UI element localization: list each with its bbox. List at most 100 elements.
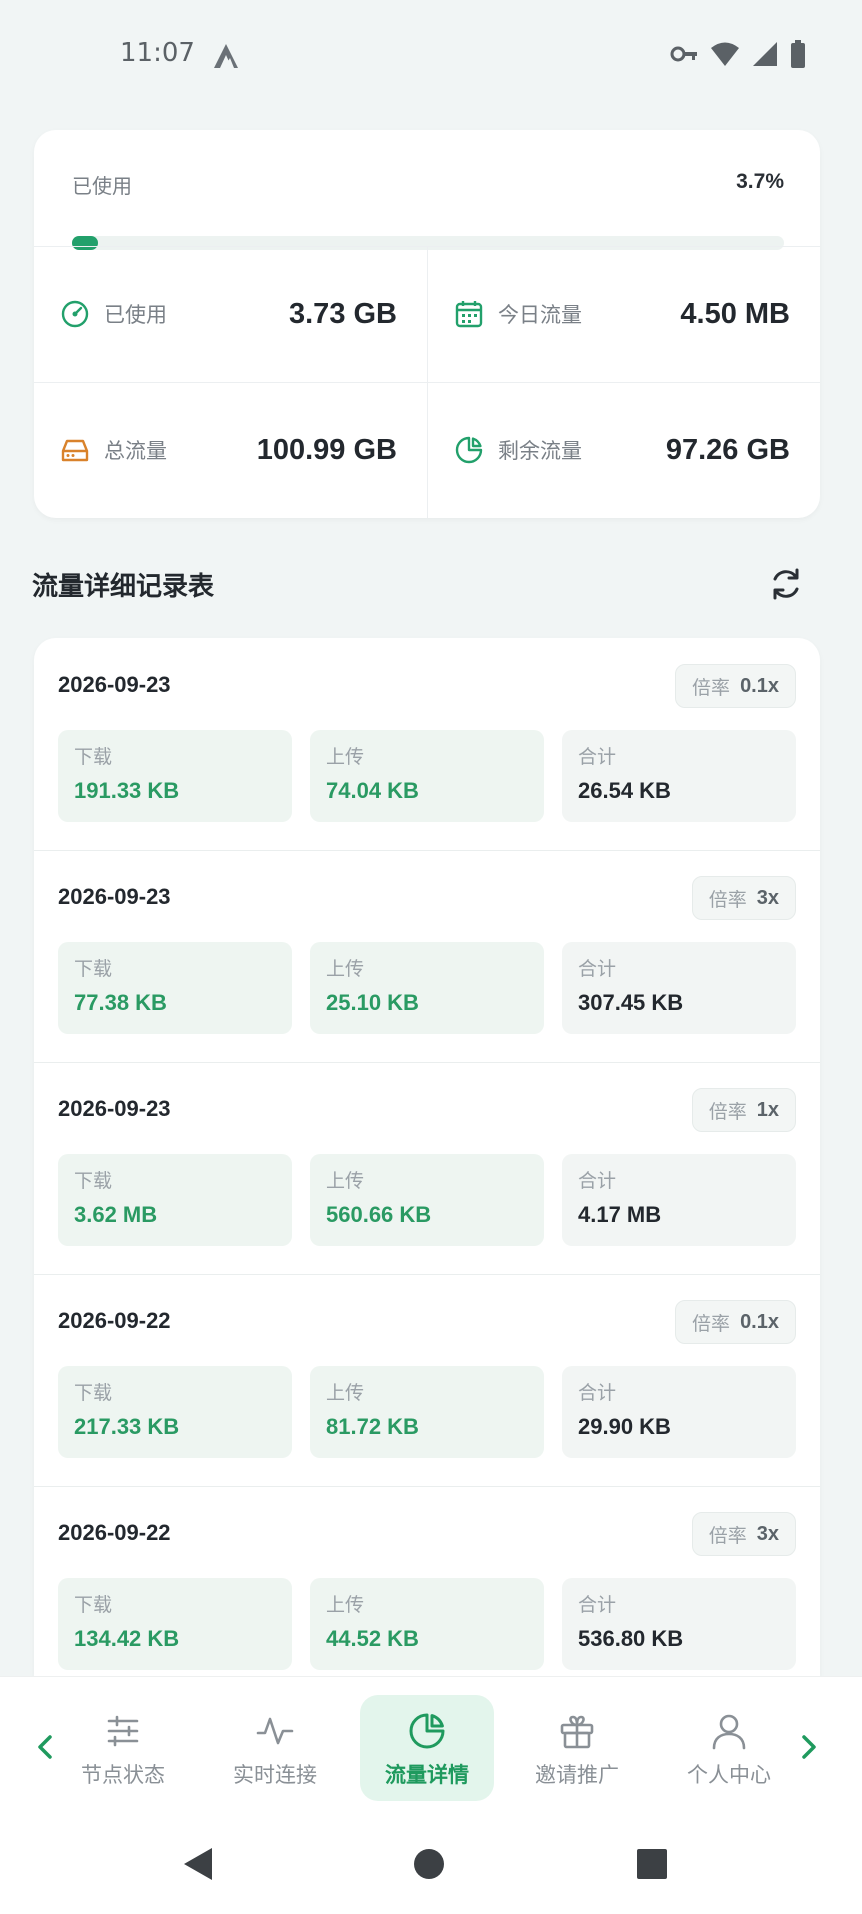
download-cell: 下载 134.42 KB: [58, 1578, 292, 1670]
section-title: 流量详细记录表: [32, 571, 215, 601]
record-date: 2026-09-23: [58, 1096, 171, 1121]
status-time: 11:07: [120, 38, 195, 68]
upload-label: 上传: [326, 959, 365, 980]
total-cell: 合计 307.45 KB: [562, 942, 796, 1034]
total-cell: 合计 29.90 KB: [562, 1366, 796, 1458]
upload-cell: 上传 74.04 KB: [310, 730, 544, 822]
download-cell: 下载 77.38 KB: [58, 942, 292, 1034]
rate-badge: 倍率 3x: [691, 1512, 796, 1556]
upload-cell: 上传 44.52 KB: [310, 1578, 544, 1670]
nav-label: 实时连接: [233, 1764, 317, 1787]
download-label: 下载: [74, 1595, 113, 1616]
hard-drive-icon: [60, 435, 90, 465]
total-cell: 合计 26.54 KB: [562, 730, 796, 822]
record-date: 2026-09-23: [58, 672, 171, 697]
stat-value: 100.99 GB: [256, 433, 397, 466]
total-label: 合计: [578, 1595, 617, 1616]
stat-label: 剩余流量: [498, 440, 582, 463]
stat-label: 已使用: [104, 304, 167, 327]
download-value: 191.33 KB: [74, 778, 180, 803]
rate-value: 1x: [756, 1098, 779, 1121]
pie-chart-icon: [405, 1709, 449, 1753]
user-icon: [707, 1709, 751, 1753]
record-date: 2026-09-23: [58, 884, 171, 909]
rate-label: 倍率: [708, 1101, 747, 1123]
record-item[interactable]: 2026-09-23 倍率 1x 下载 3.62 MB 上传 560.66 KB…: [34, 1062, 820, 1274]
download-value: 77.38 KB: [74, 990, 167, 1015]
record-item[interactable]: 2026-09-23 倍率 0.1x 下载 191.33 KB 上传 74.04…: [34, 638, 820, 850]
record-item[interactable]: 2026-09-22 倍率 3x 下载 134.42 KB 上传 44.52 K…: [34, 1486, 820, 1678]
total-label: 合计: [578, 959, 617, 980]
upload-cell: 上传 560.66 KB: [310, 1154, 544, 1246]
refresh-icon[interactable]: [766, 564, 806, 604]
stat-label: 今日流量: [498, 304, 582, 327]
stat-used: 已使用 3.73 GB: [60, 246, 427, 382]
back-icon[interactable]: [180, 1844, 220, 1884]
rate-value: 3x: [756, 1522, 779, 1545]
chevron-right-icon[interactable]: [794, 1727, 824, 1767]
system-nav-bar: [0, 1816, 862, 1914]
record-date: 2026-09-22: [58, 1308, 171, 1333]
record-item[interactable]: 2026-09-22 倍率 0.1x 下载 217.33 KB 上传 81.72…: [34, 1274, 820, 1486]
download-label: 下载: [74, 747, 113, 768]
total-cell: 合计 536.80 KB: [562, 1578, 796, 1670]
pie-chart-icon: [454, 435, 484, 465]
total-label: 合计: [578, 1171, 617, 1192]
vpn-key-icon: [670, 46, 697, 62]
status-icons: [670, 40, 806, 68]
stat-label: 总流量: [104, 440, 167, 463]
download-label: 下载: [74, 1171, 113, 1192]
home-icon[interactable]: [409, 1844, 449, 1884]
app-logo-icon: [214, 44, 238, 68]
upload-value: 74.04 KB: [326, 778, 419, 803]
total-value: 536.80 KB: [578, 1626, 684, 1651]
status-bar: 11:07: [0, 0, 862, 110]
usage-label: 已使用: [72, 176, 132, 198]
nav-label: 邀请推广: [535, 1764, 619, 1787]
download-value: 217.33 KB: [74, 1414, 180, 1439]
total-cell: 合计 4.17 MB: [562, 1154, 796, 1246]
upload-label: 上传: [326, 1171, 365, 1192]
download-value: 134.42 KB: [74, 1626, 180, 1651]
recents-icon[interactable]: [632, 1844, 672, 1884]
traffic-records-list: 2026-09-23 倍率 0.1x 下载 191.33 KB 上传 74.04…: [34, 638, 820, 1678]
rate-badge: 倍率 1x: [691, 1088, 796, 1132]
gauge-icon: [60, 299, 90, 329]
total-label: 合计: [578, 747, 617, 768]
download-label: 下载: [74, 1383, 113, 1404]
calendar-icon: [454, 299, 484, 329]
activity-icon: [253, 1709, 297, 1753]
nav-item-profile[interactable]: 个人中心: [662, 1695, 796, 1801]
record-item[interactable]: 2026-09-23 倍率 3x 下载 77.38 KB 上传 25.10 KB…: [34, 850, 820, 1062]
nav-item-traffic-details[interactable]: 流量详情: [360, 1695, 494, 1801]
upload-value: 560.66 KB: [326, 1202, 432, 1227]
rate-label: 倍率: [708, 1525, 747, 1547]
rate-label: 倍率: [708, 889, 747, 911]
download-cell: 下载 191.33 KB: [58, 730, 292, 822]
upload-label: 上传: [326, 1383, 365, 1404]
upload-cell: 上传 81.72 KB: [310, 1366, 544, 1458]
cellular-signal-icon: [753, 42, 777, 66]
stat-today: 今日流量 4.50 MB: [454, 246, 820, 382]
upload-value: 44.52 KB: [326, 1626, 419, 1651]
upload-label: 上传: [326, 747, 365, 768]
stat-value: 97.26 GB: [665, 433, 790, 466]
nav-item-node-status[interactable]: 节点状态: [56, 1695, 190, 1801]
divider: [427, 246, 428, 518]
gift-icon: [555, 1709, 599, 1753]
nav-label: 节点状态: [81, 1764, 165, 1787]
bottom-nav: 节点状态 实时连接 流量详情 邀请推广 个人中心: [0, 1676, 862, 1816]
rate-badge: 倍率 0.1x: [675, 1300, 796, 1344]
upload-value: 25.10 KB: [326, 990, 419, 1015]
nav-item-live-connections[interactable]: 实时连接: [208, 1695, 342, 1801]
rate-value: 3x: [756, 886, 779, 909]
usage-percent: 3.7%: [736, 170, 784, 193]
nav-label: 流量详情: [385, 1764, 469, 1787]
nav-item-invite[interactable]: 邀请推广: [510, 1695, 644, 1801]
rate-badge: 倍率 3x: [691, 876, 796, 920]
stat-value: 3.73 GB: [289, 297, 397, 330]
total-label: 合计: [578, 1383, 617, 1404]
upload-value: 81.72 KB: [326, 1414, 419, 1439]
download-value: 3.62 MB: [74, 1202, 158, 1227]
upload-label: 上传: [326, 1595, 365, 1616]
